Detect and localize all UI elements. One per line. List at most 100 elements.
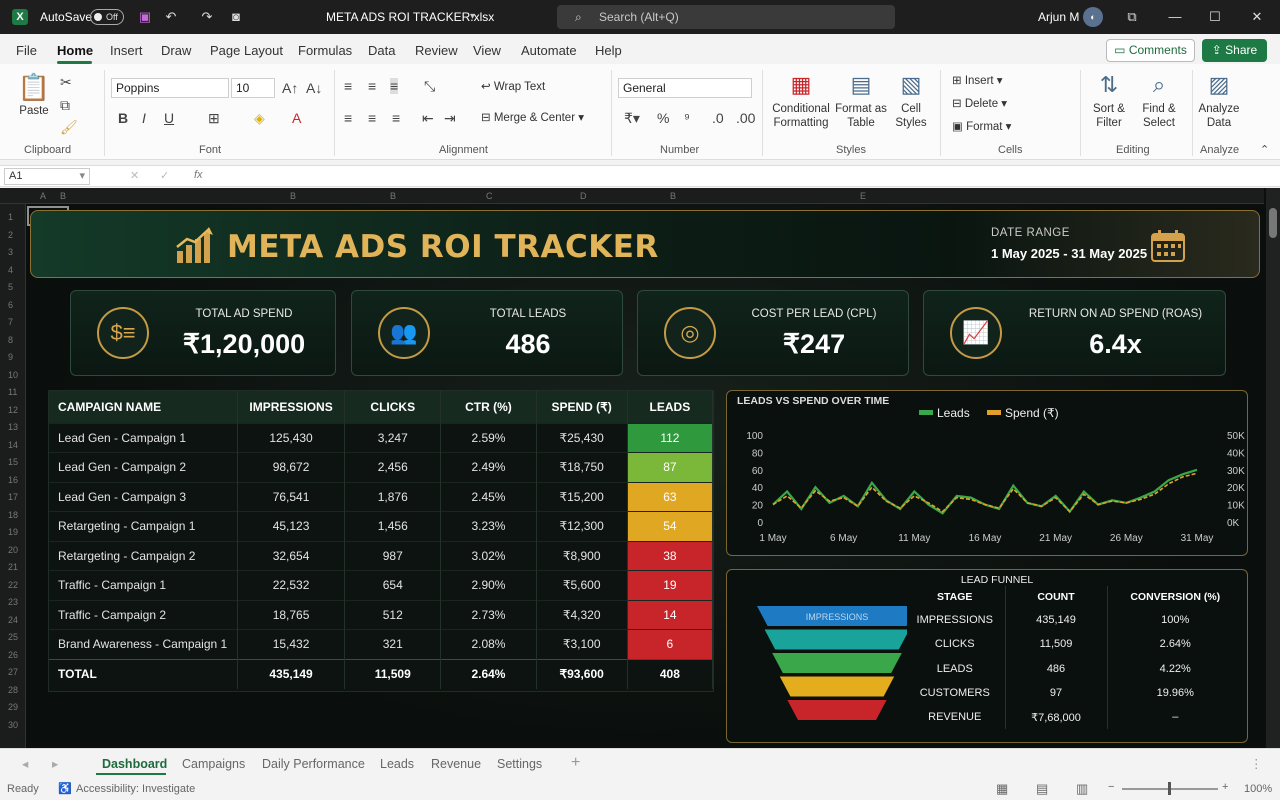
menu-page-layout[interactable]: Page Layout (210, 43, 283, 58)
percent-icon[interactable]: % (657, 110, 669, 126)
table-cell[interactable]: Brand Awareness - Campaign 1 (49, 629, 238, 659)
row-header[interactable]: 3 (8, 247, 13, 257)
table-row[interactable]: Retargeting - Campaign 1 45,123 1,456 3.23%… (49, 511, 714, 541)
accessibility-status[interactable]: Accessibility: Investigate (76, 783, 195, 795)
sort-filter-button[interactable]: ⇅ Sort & Filter (1086, 72, 1132, 130)
menu-file[interactable]: File (16, 43, 37, 58)
table-cell[interactable]: 3,247 (344, 422, 442, 453)
number-format-select[interactable]: General (618, 78, 752, 98)
table-cell[interactable]: 2,456 (344, 452, 442, 482)
merge-center-button[interactable]: ⊟ Merge & Center ▾ (481, 111, 584, 125)
menu-review[interactable]: Review (415, 43, 458, 58)
orientation-icon[interactable]: ⤡ (424, 78, 435, 94)
table-cell[interactable]: 18,765 (237, 599, 346, 630)
sheet-tab-daily-performance[interactable]: Daily Performance (262, 757, 365, 771)
row-header[interactable]: 11 (8, 387, 17, 397)
column-header[interactable]: C (486, 191, 493, 201)
leads-cell[interactable]: 112 (627, 422, 714, 453)
zoom-slider-handle[interactable] (1168, 782, 1171, 795)
table-cell[interactable]: ₹4,320 (536, 599, 628, 630)
prev-sheet-icon[interactable]: ◂ (22, 756, 28, 771)
table-cell[interactable]: ₹12,300 (536, 511, 628, 541)
add-sheet-icon[interactable]: + (571, 754, 580, 772)
scroll-thumb[interactable] (1269, 208, 1277, 238)
align-center-icon[interactable]: ≡ (368, 110, 376, 126)
table-cell[interactable]: 22,532 (237, 570, 346, 600)
table-cell[interactable]: 125,430 (237, 422, 346, 453)
decrease-indent-icon[interactable]: ⇤ (422, 110, 434, 126)
table-row[interactable]: Lead Gen - Campaign 3 76,541 1,876 2.45% ₹15… (49, 481, 714, 512)
zoom-out-icon[interactable]: − (1108, 781, 1114, 793)
table-row[interactable]: Lead Gen - Campaign 2 98,672 2,456 2.49% ₹18… (49, 452, 714, 482)
table-cell[interactable]: ₹5,600 (536, 570, 628, 600)
table-cell[interactable]: Traffic - Campaign 1 (49, 570, 238, 600)
row-header[interactable]: 23 (8, 597, 18, 607)
font-size-select[interactable]: 10 (231, 78, 275, 98)
increase-indent-icon[interactable]: ⇥ (444, 110, 456, 126)
column-header[interactable]: B (290, 191, 296, 201)
next-sheet-icon[interactable]: ▸ (52, 756, 58, 771)
table-cell[interactable]: 987 (344, 540, 442, 571)
font-color-icon[interactable]: A (292, 110, 301, 126)
row-header[interactable]: 22 (8, 580, 18, 590)
total-cell[interactable]: TOTAL (49, 658, 238, 689)
table-cell[interactable]: 2.08% (440, 629, 537, 659)
menu-data[interactable]: Data (368, 43, 395, 58)
minimize-icon[interactable]: — (1167, 9, 1183, 25)
format-painter-icon[interactable]: 🖌 (60, 119, 78, 135)
table-cell[interactable]: 76,541 (237, 481, 346, 512)
row-header[interactable]: 8 (8, 335, 13, 345)
sheet-tab-leads[interactable]: Leads (380, 757, 414, 771)
save-icon[interactable]: ▣ (137, 9, 153, 25)
total-cell[interactable]: 408 (627, 658, 714, 689)
cut-icon[interactable]: ✂ (60, 74, 72, 90)
table-cell[interactable]: Traffic - Campaign 2 (49, 599, 238, 630)
format-as-table-button[interactable]: ▤ Format as Table (834, 72, 888, 130)
table-cell[interactable]: ₹15,200 (536, 481, 628, 512)
chevron-down-icon[interactable]: ▾ (470, 11, 475, 22)
row-header[interactable]: 6 (8, 300, 13, 310)
table-row[interactable]: Lead Gen - Campaign 1 125,430 3,247 2.59% ₹2… (49, 422, 714, 453)
column-header[interactable]: E (860, 191, 866, 201)
menu-formulas[interactable]: Formulas (298, 43, 352, 58)
undo-icon[interactable]: ↶ (163, 9, 179, 25)
insert-cells-button[interactable]: ⊞ Insert ▾ (952, 74, 1003, 88)
menu-insert[interactable]: Insert (110, 43, 143, 58)
column-header[interactable]: B (670, 191, 676, 201)
font-family-select[interactable]: Poppins (111, 78, 229, 98)
copy-icon[interactable]: ⧉ (60, 97, 70, 113)
row-header[interactable]: 18 (8, 510, 18, 520)
delete-cells-button[interactable]: ⊟ Delete ▾ (952, 97, 1007, 111)
column-header[interactable]: D (580, 191, 587, 201)
name-box[interactable]: A1 ▾ (4, 168, 90, 185)
italic-icon[interactable]: I (142, 110, 146, 126)
vertical-scrollbar[interactable] (1266, 188, 1280, 748)
table-cell[interactable]: 2.90% (440, 570, 537, 600)
align-right-icon[interactable]: ≡ (392, 110, 400, 126)
row-header[interactable]: 9 (8, 352, 13, 362)
row-header[interactable]: 1 (8, 212, 13, 222)
table-cell[interactable]: ₹25,430 (536, 422, 628, 453)
fill-color-icon[interactable]: ◈ (254, 110, 265, 126)
autosave-toggle[interactable]: Off (90, 9, 124, 25)
find-select-button[interactable]: ⌕ Find & Select (1134, 72, 1184, 130)
table-cell[interactable]: Lead Gen - Campaign 2 (49, 452, 238, 482)
row-header[interactable]: 4 (8, 265, 13, 275)
share-button[interactable]: ⇪ Share (1202, 39, 1267, 62)
leads-cell[interactable]: 19 (627, 570, 714, 600)
row-header[interactable]: 26 (8, 650, 18, 660)
row-header[interactable]: 17 (8, 492, 18, 502)
comma-style-icon[interactable]: ⁹ (684, 110, 690, 126)
enter-icon[interactable]: ✓ (160, 169, 169, 182)
normal-view-icon[interactable]: ▦ (996, 781, 1008, 797)
table-cell[interactable]: Retargeting - Campaign 1 (49, 511, 238, 541)
table-cell[interactable]: 512 (344, 599, 442, 630)
comments-button[interactable]: ▭ Comments (1106, 39, 1195, 62)
leads-cell[interactable]: 6 (627, 629, 714, 659)
table-cell[interactable]: 2.49% (440, 452, 537, 482)
table-cell[interactable]: Retargeting - Campaign 2 (49, 540, 238, 571)
maximize-icon[interactable]: ☐ (1207, 9, 1223, 25)
table-cell[interactable]: 15,432 (237, 629, 346, 659)
bold-icon[interactable]: B (118, 110, 128, 126)
row-header[interactable]: 16 (8, 475, 18, 485)
